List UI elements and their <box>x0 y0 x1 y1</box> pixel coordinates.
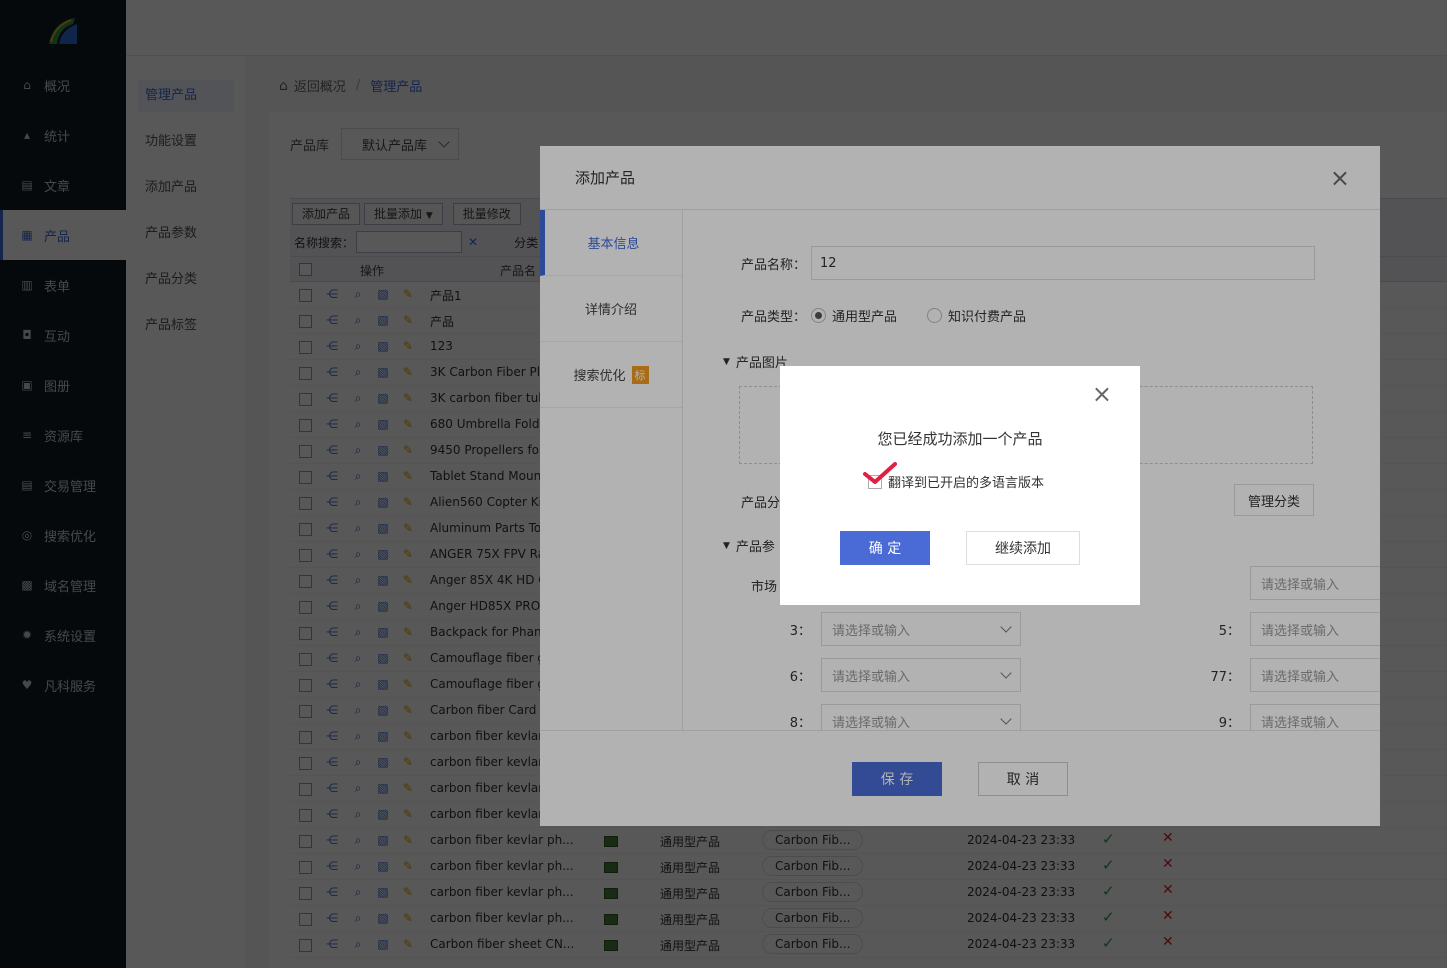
continue-add-button[interactable]: 继续添加 <box>966 531 1080 565</box>
success-dialog: × 您已经成功添加一个产品 翻译到已开启的多语言版本 确 定 继续添加 <box>780 366 1140 605</box>
confirm-button[interactable]: 确 定 <box>840 531 930 565</box>
translate-checkbox[interactable] <box>863 461 897 489</box>
translate-label: 翻译到已开启的多语言版本 <box>888 476 1045 491</box>
dialog-buttons: 确 定 继续添加 <box>840 531 1080 565</box>
dialog-mask <box>0 0 1447 968</box>
close-icon[interactable]: × <box>1092 382 1112 406</box>
checkmark-icon <box>863 461 897 484</box>
translate-option[interactable]: 翻译到已开启的多语言版本 <box>863 461 1045 491</box>
dialog-title: 您已经成功添加一个产品 <box>877 430 1043 448</box>
